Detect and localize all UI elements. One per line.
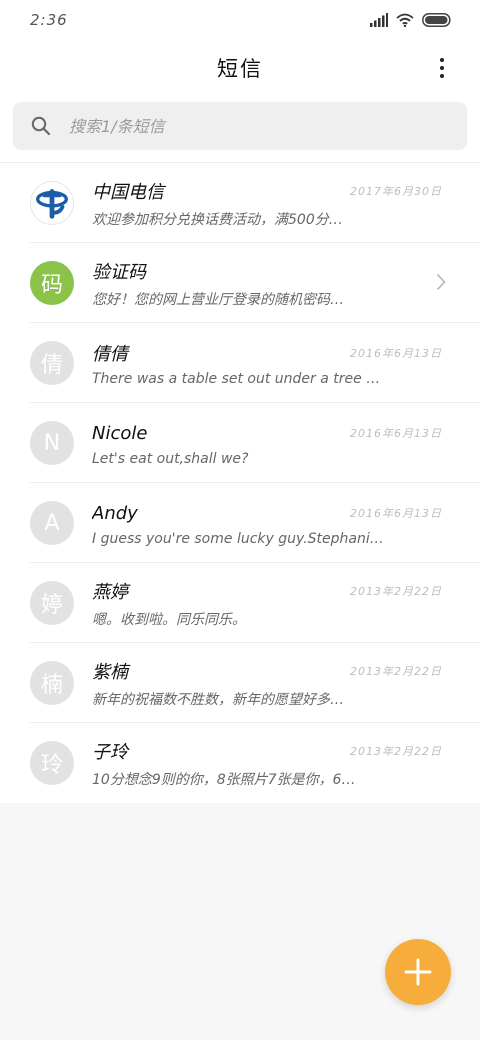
avatar: 婷 <box>30 581 74 625</box>
row-top: 倩倩 2016年6月13日 <box>92 339 442 367</box>
search-bar[interactable] <box>13 102 467 150</box>
search-input[interactable] <box>69 116 449 136</box>
more-vertical-icon <box>440 58 444 62</box>
contact-name: Andy <box>92 502 138 524</box>
conversation-row-verification[interactable]: 码 验证码 您好！您的网上营业厅登录的随机密码… <box>0 243 480 323</box>
message-preview: 嗯。收到啦。同乐同乐。 <box>92 612 246 628</box>
conversation-row-china-telecom[interactable]: 中国电信 2017年6月30日 欢迎参加积分兑换话费活动，满500分… <box>0 163 480 243</box>
page-title: 短信 <box>217 57 263 81</box>
row-body: Andy 2016年6月13日 I guess you're some luck… <box>92 499 480 548</box>
row-top: 验证码 <box>92 257 442 285</box>
china-telecom-logo-icon <box>36 189 68 219</box>
row-top: 中国电信 2017年6月30日 <box>92 177 442 205</box>
more-vertical-icon-dot <box>440 74 444 78</box>
message-preview: 您好！您的网上营业厅登录的随机密码… <box>92 292 344 308</box>
avatar: 码 <box>30 261 74 305</box>
wifi-icon <box>396 13 414 27</box>
row-top: Nicole 2016年6月13日 <box>92 419 442 447</box>
message-date: 2013年2月22日 <box>350 585 442 598</box>
conversation-row[interactable]: 玲 子玲 2013年2月22日 10分想念9则的你，8张照片7张是你，6… <box>0 723 480 803</box>
avatar: 倩 <box>30 341 74 385</box>
contact-name: 中国电信 <box>92 182 164 203</box>
message-date: 2013年2月22日 <box>350 745 442 758</box>
avatar: 楠 <box>30 661 74 705</box>
conversation-list: 中国电信 2017年6月30日 欢迎参加积分兑换话费活动，满500分… 码 验证… <box>0 162 480 803</box>
row-body: 中国电信 2017年6月30日 欢迎参加积分兑换话费活动，满500分… <box>92 177 480 229</box>
message-preview: Let's eat out,shall we? <box>92 451 249 467</box>
contact-name: 子玲 <box>92 742 128 763</box>
row-body: 燕婷 2013年2月22日 嗯。收到啦。同乐同乐。 <box>92 577 480 629</box>
plus-icon <box>404 958 432 986</box>
more-vertical-icon-dot <box>440 66 444 70</box>
battery-icon <box>422 13 451 27</box>
more-options-button[interactable] <box>428 54 456 82</box>
chevron-right-icon <box>436 273 446 291</box>
header: 短信 <box>0 40 480 96</box>
conversation-row[interactable]: 倩 倩倩 2016年6月13日 There was a table set ou… <box>0 323 480 403</box>
contact-name: Nicole <box>92 422 148 444</box>
conversation-row[interactable]: 婷 燕婷 2013年2月22日 嗯。收到啦。同乐同乐。 <box>0 563 480 643</box>
row-top: 燕婷 2013年2月22日 <box>92 577 442 605</box>
message-preview: 欢迎参加积分兑换话费活动，满500分… <box>92 212 343 228</box>
contact-name: 倩倩 <box>92 344 128 365</box>
status-icons <box>370 13 452 27</box>
row-body: 倩倩 2016年6月13日 There was a table set out … <box>92 339 480 387</box>
message-date: 2016年6月13日 <box>350 507 442 520</box>
message-date: 2017年6月30日 <box>350 185 442 198</box>
message-preview: I guess you're some lucky guy.Stephanie… <box>92 531 392 547</box>
search-icon <box>31 116 51 136</box>
new-message-button[interactable] <box>385 939 451 1005</box>
row-top: 紫楠 2013年2月22日 <box>92 657 442 685</box>
row-body: 紫楠 2013年2月22日 新年的祝福数不胜数，新年的愿望好多… <box>92 657 480 709</box>
signal-icon <box>370 13 388 27</box>
message-preview: 10分想念9则的你，8张照片7张是你，6… <box>92 772 356 788</box>
row-body: 验证码 您好！您的网上营业厅登录的随机密码… <box>92 257 480 309</box>
search-wrap <box>0 96 480 162</box>
message-preview: 新年的祝福数不胜数，新年的愿望好多… <box>92 692 344 708</box>
message-date: 2016年6月13日 <box>350 347 442 360</box>
avatar: 玲 <box>30 741 74 785</box>
message-date: 2016年6月13日 <box>350 427 442 440</box>
contact-name: 紫楠 <box>92 662 128 683</box>
row-top: 子玲 2013年2月22日 <box>92 737 442 765</box>
message-date: 2013年2月22日 <box>350 665 442 678</box>
conversation-row[interactable]: N Nicole 2016年6月13日 Let's eat out,shall … <box>0 403 480 483</box>
conversation-row[interactable]: A Andy 2016年6月13日 I guess you're some lu… <box>0 483 480 563</box>
avatar: A <box>30 501 74 545</box>
row-body: Nicole 2016年6月13日 Let's eat out,shall we… <box>92 419 480 468</box>
status-bar: 2:36 <box>0 0 480 40</box>
status-time: 2:36 <box>30 11 68 29</box>
top-area: 2:36 短信 <box>0 0 480 162</box>
row-body: 子玲 2013年2月22日 10分想念9则的你，8张照片7张是你，6… <box>92 737 480 789</box>
contact-name: 燕婷 <box>92 582 128 603</box>
avatar <box>30 181 74 225</box>
avatar: N <box>30 421 74 465</box>
conversation-row[interactable]: 楠 紫楠 2013年2月22日 新年的祝福数不胜数，新年的愿望好多… <box>0 643 480 723</box>
message-preview: There was a table set out under a tree … <box>92 371 381 387</box>
contact-name: 验证码 <box>92 262 146 283</box>
row-top: Andy 2016年6月13日 <box>92 499 442 527</box>
